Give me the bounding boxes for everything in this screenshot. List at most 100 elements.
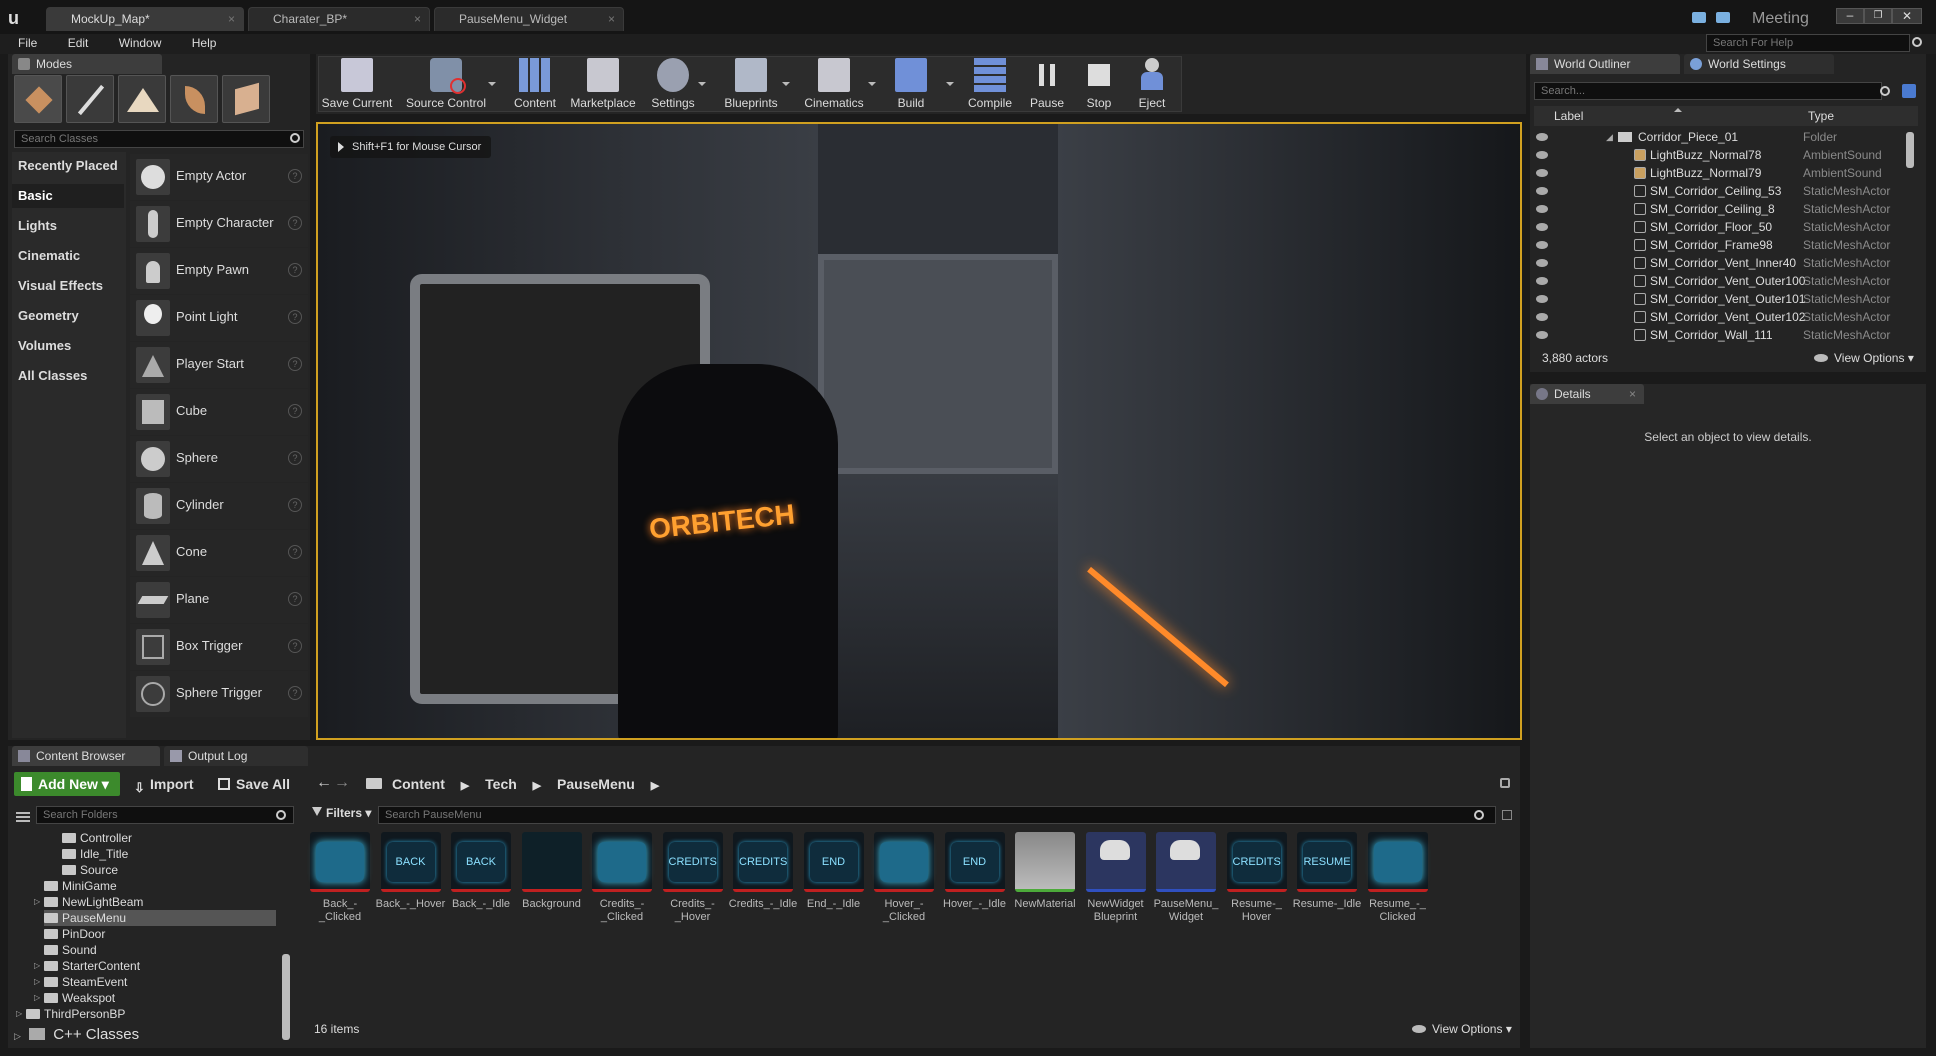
eye-icon[interactable] [1536, 133, 1548, 141]
expand-arrow-icon[interactable]: ▷ [34, 958, 40, 974]
asset-tile[interactable]: BACK Back_-_Idle [449, 832, 513, 944]
expand-arrow-icon[interactable]: ▷ [16, 1006, 22, 1022]
expand-arrow-icon[interactable]: ▷ [34, 894, 40, 910]
help-icon[interactable]: ? [288, 263, 302, 277]
pause-button[interactable]: Pause [1022, 56, 1072, 112]
feedback-icon[interactable] [1716, 12, 1730, 23]
folder-item[interactable]: ▷ SteamEvent [34, 974, 127, 990]
menu-edit[interactable]: Edit [50, 34, 98, 52]
eject-button[interactable]: Eject [1126, 56, 1178, 112]
category-visual-effects[interactable]: Visual Effects [12, 274, 124, 298]
help-icon[interactable]: ? [288, 451, 302, 465]
asset-tile[interactable]: Back_-_Clicked [308, 832, 372, 944]
expand-arrow-icon[interactable]: ▷ [34, 990, 40, 1006]
eye-icon[interactable] [1536, 331, 1548, 339]
breadcrumb-separator[interactable]: ▶ [533, 780, 541, 792]
outliner-row[interactable]: SM_Corridor_Vent_Outer100 StaticMeshActor [1530, 272, 1910, 290]
close-icon[interactable]: × [228, 8, 235, 30]
folder-item[interactable]: PinDoor [44, 926, 105, 942]
folder-item[interactable]: MiniGame [44, 878, 117, 894]
outliner-row[interactable]: SM_Corridor_Vent_Outer102 StaticMeshActor [1530, 308, 1910, 326]
unreal-logo-icon[interactable]: u [8, 8, 28, 28]
class-item-sphere-trigger[interactable]: Sphere Trigger? [130, 671, 308, 717]
folder-item[interactable]: Controller [62, 830, 132, 846]
close-icon[interactable]: × [608, 8, 615, 30]
tab-mockup-map[interactable]: MockUp_Map* × [46, 7, 244, 31]
eye-icon[interactable] [1536, 241, 1548, 249]
help-icon[interactable]: ? [288, 404, 302, 418]
cpp-classes-folder[interactable]: ▷ C++ Classes [14, 1026, 139, 1043]
chevron-down-icon[interactable] [868, 82, 876, 86]
outliner-row[interactable]: LightBuzz_Normal78 AmbientSound [1530, 146, 1910, 164]
class-item-point-light[interactable]: Point Light? [130, 295, 308, 341]
folder-item[interactable]: ▷ ThirdPersonBP [16, 1006, 125, 1022]
help-icon[interactable]: ? [288, 310, 302, 324]
menu-window[interactable]: Window [101, 34, 171, 52]
column-type[interactable]: Type [1808, 109, 1834, 123]
viewport[interactable]: ORBITECH Shift+F1 for Mouse Cursor [316, 122, 1522, 740]
asset-tile[interactable]: END Hover_-_Idle [943, 832, 1007, 944]
eye-icon[interactable] [1536, 277, 1548, 285]
chevron-down-icon[interactable] [782, 82, 790, 86]
chevron-down-icon[interactable] [698, 82, 706, 86]
settings-button[interactable]: Settings [646, 56, 700, 112]
expand-arrow-icon[interactable]: ▷ [14, 1031, 21, 1041]
breadcrumb-pausemenu[interactable]: PauseMenu [557, 776, 635, 792]
content-view-options-button[interactable]: View Options ▾ [1412, 1022, 1512, 1036]
chat-icon[interactable] [1692, 12, 1706, 23]
chevron-down-icon[interactable] [946, 82, 954, 86]
eye-icon[interactable] [1536, 151, 1548, 159]
back-arrow-icon[interactable]: ← [316, 774, 332, 792]
breadcrumb-separator[interactable]: ▶ [651, 780, 659, 792]
paint-mode-button[interactable] [66, 75, 114, 123]
forward-arrow-icon[interactable]: → [334, 774, 350, 792]
marketplace-button[interactable]: Marketplace [568, 56, 638, 112]
outliner-row[interactable]: SM_Corridor_Vent_Outer101 StaticMeshActor [1530, 290, 1910, 308]
folder-item[interactable]: ▷ NewLightBeam [34, 894, 143, 910]
asset-tile[interactable]: RESUME Resume-_Idle [1293, 832, 1361, 944]
filters-button[interactable]: Filters ▾ [312, 806, 371, 820]
category-lights[interactable]: Lights [12, 214, 124, 238]
expand-arrow-icon[interactable]: ▷ [34, 974, 40, 990]
landscape-mode-button[interactable] [118, 75, 166, 123]
eye-icon[interactable] [1536, 187, 1548, 195]
cinematics-button[interactable]: Cinematics [798, 56, 870, 112]
minimize-button[interactable]: – [1836, 8, 1864, 24]
viewport-hint-overlay[interactable]: Shift+F1 for Mouse Cursor [330, 136, 492, 158]
class-item-empty-character[interactable]: Empty Character? [130, 201, 308, 247]
source-control-button[interactable]: Source Control [400, 56, 492, 112]
asset-tile[interactable]: Hover_-_Clicked [872, 832, 936, 944]
folder-item[interactable]: Source [62, 862, 118, 878]
folder-tree-scrollbar[interactable] [282, 954, 290, 1040]
class-item-empty-pawn[interactable]: Empty Pawn? [130, 248, 308, 294]
eye-icon[interactable] [1536, 223, 1548, 231]
asset-tile[interactable]: BACK Back_-_Hover [376, 832, 445, 944]
folder-item[interactable]: Idle_Title [62, 846, 128, 862]
search-classes-input[interactable]: Search Classes [14, 130, 304, 148]
class-item-box-trigger[interactable]: Box Trigger? [130, 624, 308, 670]
outliner-row[interactable]: SM_Corridor_Wall_111 StaticMeshActor [1530, 326, 1910, 344]
compile-button[interactable]: Compile [962, 56, 1018, 112]
add-filter-icon[interactable] [1902, 84, 1916, 98]
class-item-plane[interactable]: Plane? [130, 577, 308, 623]
asset-tile[interactable]: END End_-_Idle [802, 832, 866, 944]
eye-icon[interactable] [1536, 259, 1548, 267]
search-assets-input[interactable]: Search PauseMenu [378, 806, 1496, 824]
chevron-down-icon[interactable] [488, 82, 496, 86]
eye-icon[interactable] [1536, 205, 1548, 213]
asset-tile[interactable]: PauseMenu_ Widget [1154, 832, 1218, 944]
expand-arrow-icon[interactable]: ◢ [1606, 128, 1613, 146]
class-item-empty-actor[interactable]: Empty Actor? [130, 154, 308, 200]
build-button[interactable]: Build [884, 56, 938, 112]
stop-button[interactable]: Stop [1074, 56, 1124, 112]
help-icon[interactable]: ? [288, 545, 302, 559]
outliner-scrollbar[interactable] [1906, 132, 1914, 168]
breadcrumb-tech[interactable]: Tech [485, 776, 517, 792]
close-window-button[interactable]: ✕ [1892, 8, 1922, 24]
class-item-cube[interactable]: Cube? [130, 389, 308, 435]
close-icon[interactable]: × [414, 8, 421, 30]
asset-tile[interactable]: CREDITS Resume-_ Hover [1225, 832, 1289, 944]
save-search-icon[interactable] [1502, 810, 1512, 820]
folder-item[interactable]: PauseMenu [44, 910, 276, 926]
outliner-row[interactable]: SM_Corridor_Vent_Inner40 StaticMeshActor [1530, 254, 1910, 272]
